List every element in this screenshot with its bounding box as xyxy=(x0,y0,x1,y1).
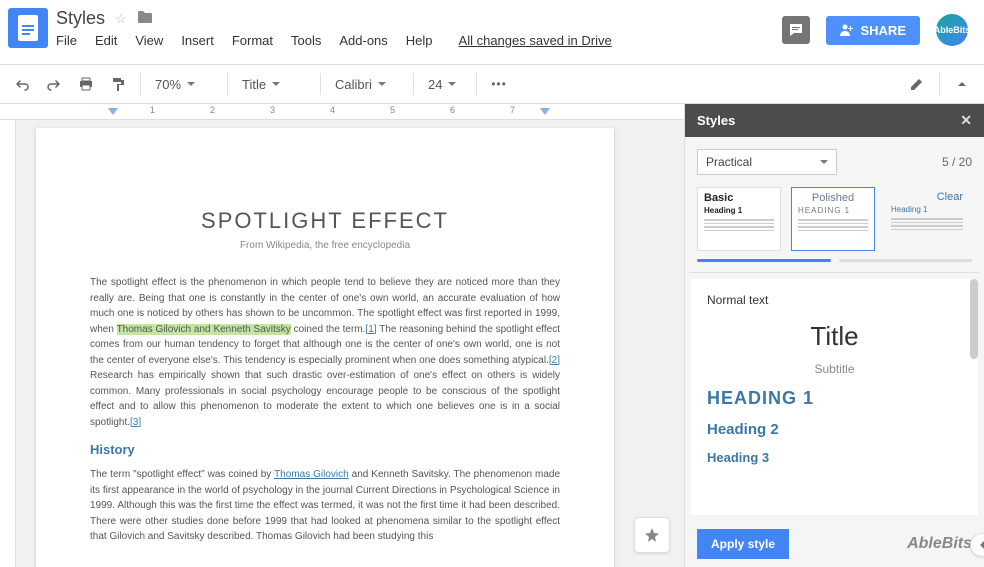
carousel-indicator[interactable] xyxy=(685,259,984,272)
citation-link[interactable]: [1] xyxy=(365,324,376,335)
style-heading-1[interactable]: HEADING 1 xyxy=(707,382,962,415)
doc-subtitle: From Wikipedia, the free encyclopedia xyxy=(90,240,560,251)
vertical-ruler[interactable] xyxy=(0,120,16,567)
toolbar: 70% Title Calibri 24 ••• xyxy=(0,64,984,104)
docs-logo-icon[interactable] xyxy=(8,8,48,48)
chevron-down-icon xyxy=(378,82,386,86)
preset-polished[interactable]: Polished HEADING 1 xyxy=(791,187,875,251)
preset-count: 5 / 20 xyxy=(942,155,972,169)
styles-side-panel: Styles ✕ Practical 5 / 20 Basic Heading … xyxy=(684,104,984,567)
person-add-icon xyxy=(840,23,854,37)
style-normal-text[interactable]: Normal text xyxy=(707,287,962,313)
chevron-down-icon xyxy=(820,160,828,164)
comments-icon[interactable] xyxy=(782,16,810,44)
menu-edit[interactable]: Edit xyxy=(95,33,117,48)
editing-mode-button[interactable] xyxy=(903,70,931,98)
menu-tools[interactable]: Tools xyxy=(291,33,321,48)
avatar[interactable]: AbleBits xyxy=(936,14,968,46)
print-button[interactable] xyxy=(72,70,100,98)
menu-addons[interactable]: Add-ons xyxy=(339,33,387,48)
chevron-down-icon xyxy=(448,82,456,86)
menubar: File Edit View Insert Format Tools Add-o… xyxy=(56,33,782,48)
citation-link[interactable]: [2] xyxy=(549,355,560,366)
inline-link[interactable]: Thomas Gilovich xyxy=(274,469,349,480)
scrollbar-thumb[interactable] xyxy=(970,279,978,359)
style-heading-2[interactable]: Heading 2 xyxy=(707,415,962,444)
titlebar: Styles ☆ File Edit View Insert Format To… xyxy=(0,0,984,64)
share-button[interactable]: SHARE xyxy=(826,16,920,45)
brand-label: AbleBits xyxy=(907,535,972,553)
page[interactable]: SPOTLIGHT EFFECT From Wikipedia, the fre… xyxy=(36,128,614,567)
menu-help[interactable]: Help xyxy=(406,33,433,48)
indent-marker-icon[interactable] xyxy=(108,108,118,115)
paint-format-button[interactable] xyxy=(104,70,132,98)
panel-title: Styles xyxy=(697,113,735,128)
doc-paragraph: The spotlight effect is the phenomenon i… xyxy=(90,275,560,430)
font-size-dropdown[interactable]: 24 xyxy=(422,70,468,98)
document-title[interactable]: Styles xyxy=(56,8,105,29)
folder-icon[interactable] xyxy=(137,10,153,27)
doc-paragraph: The term "spotlight effect" was coined b… xyxy=(90,467,560,545)
doc-heading-2: History xyxy=(90,442,560,457)
explore-button[interactable] xyxy=(634,517,670,553)
menu-file[interactable]: File xyxy=(56,33,77,48)
preset-basic[interactable]: Basic Heading 1 xyxy=(697,187,781,251)
menu-format[interactable]: Format xyxy=(232,33,273,48)
zoom-dropdown[interactable]: 70% xyxy=(149,70,219,98)
chevron-down-icon xyxy=(272,82,280,86)
collapse-toolbar-button[interactable] xyxy=(948,70,976,98)
menu-view[interactable]: View xyxy=(135,33,163,48)
doc-heading-title: SPOTLIGHT EFFECT xyxy=(90,208,560,234)
style-group-dropdown[interactable]: Practical xyxy=(697,149,837,175)
style-list: Normal text Title Subtitle HEADING 1 Hea… xyxy=(691,279,978,515)
redo-button[interactable] xyxy=(40,70,68,98)
menu-insert[interactable]: Insert xyxy=(181,33,214,48)
citation-link[interactable]: [3] xyxy=(130,417,141,428)
indent-marker-icon[interactable] xyxy=(540,108,550,115)
style-heading-3[interactable]: Heading 3 xyxy=(707,444,962,471)
star-icon[interactable]: ☆ xyxy=(115,11,127,27)
document-canvas[interactable]: 1234567 SPOTLIGHT EFFECT From Wikipedia,… xyxy=(0,104,684,567)
horizontal-ruler[interactable]: 1234567 xyxy=(0,104,684,120)
more-toolbar-button[interactable]: ••• xyxy=(485,70,513,98)
preset-clear[interactable]: Clear Heading 1 xyxy=(885,187,969,251)
apply-style-button[interactable]: Apply style xyxy=(697,529,789,559)
panel-header: Styles ✕ xyxy=(685,104,984,137)
close-icon[interactable]: ✕ xyxy=(960,112,972,129)
undo-button[interactable] xyxy=(8,70,36,98)
save-status[interactable]: All changes saved in Drive xyxy=(459,33,612,48)
paragraph-style-dropdown[interactable]: Title xyxy=(236,70,312,98)
text-selection: Thomas Gilovich and Kenneth Savitsky xyxy=(117,324,291,335)
style-title[interactable]: Title xyxy=(707,313,962,356)
font-dropdown[interactable]: Calibri xyxy=(329,70,405,98)
chevron-down-icon xyxy=(187,82,195,86)
style-subtitle[interactable]: Subtitle xyxy=(707,356,962,382)
